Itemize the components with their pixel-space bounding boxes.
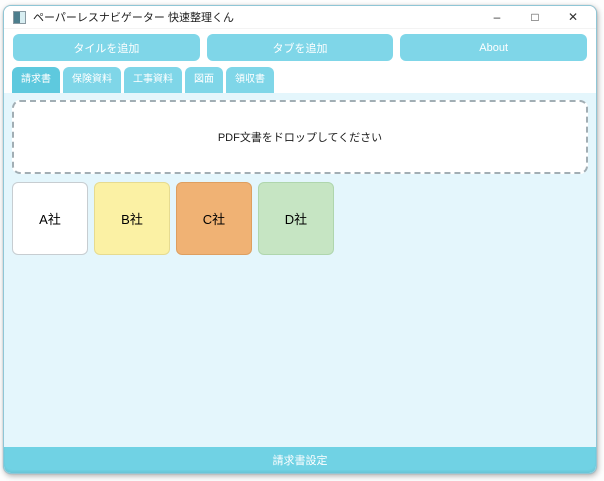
tile-grid: A社 B社 C社 D社 — [12, 182, 588, 255]
toolbar: タイルを追加 タブを追加 About — [4, 29, 596, 65]
add-tile-button[interactable]: タイルを追加 — [13, 34, 200, 61]
tab-bar: 請求書 保険資料 工事資料 図面 領収書 — [4, 65, 596, 93]
drop-zone-message: PDF文書をドロップしてください — [218, 129, 382, 145]
tab-construction-docs[interactable]: 工事資料 — [124, 67, 182, 93]
pdf-drop-zone[interactable]: PDF文書をドロップしてください — [12, 100, 588, 174]
title-bar: ペーパーレスナビゲーター 快速整理くん – □ ✕ — [4, 6, 596, 29]
tile-company-a[interactable]: A社 — [12, 182, 88, 255]
about-button[interactable]: About — [400, 34, 587, 61]
window-title: ペーパーレスナビゲーター 快速整理くん — [33, 9, 234, 25]
add-tab-button[interactable]: タブを追加 — [207, 34, 394, 61]
tab-receipts[interactable]: 領収書 — [226, 67, 274, 93]
app-window: ペーパーレスナビゲーター 快速整理くん – □ ✕ タイルを追加 タブを追加 A… — [3, 5, 597, 474]
tile-company-b[interactable]: B社 — [94, 182, 170, 255]
maximize-icon[interactable]: □ — [516, 6, 554, 29]
tab-invoices[interactable]: 請求書 — [12, 67, 60, 93]
tab-drawings[interactable]: 図面 — [185, 67, 223, 93]
content-area: PDF文書をドロップしてください A社 B社 C社 D社 — [4, 93, 596, 447]
close-icon[interactable]: ✕ — [554, 6, 592, 29]
tile-company-c[interactable]: C社 — [176, 182, 252, 255]
tile-company-d[interactable]: D社 — [258, 182, 334, 255]
app-icon — [13, 11, 26, 24]
tab-insurance-docs[interactable]: 保険資料 — [63, 67, 121, 93]
minimize-icon[interactable]: – — [478, 6, 516, 29]
invoice-settings-button[interactable]: 請求書設定 — [4, 447, 596, 473]
